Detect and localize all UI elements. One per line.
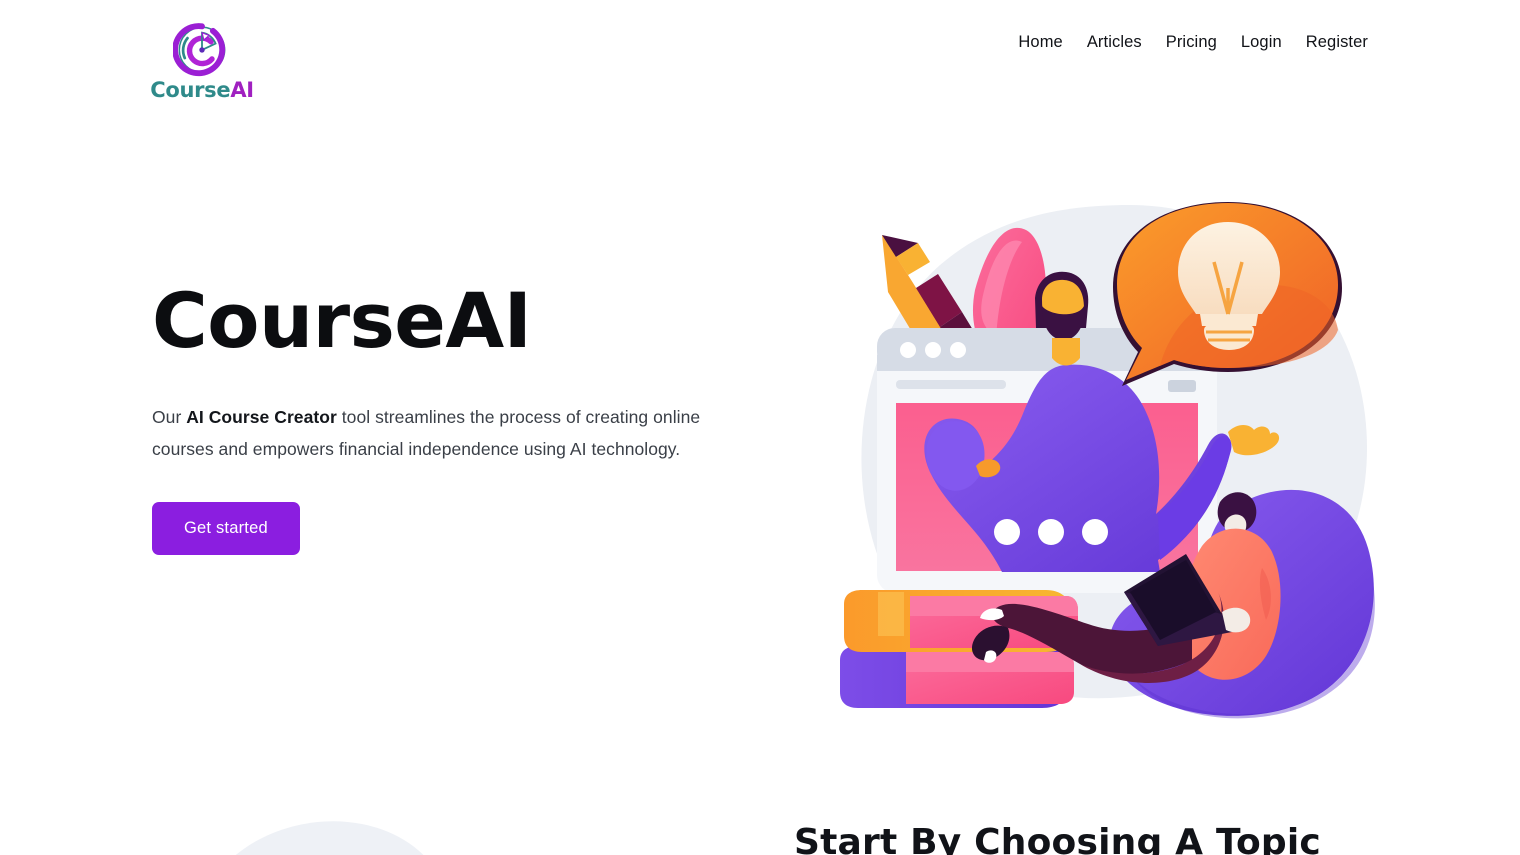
site-header: CourseAI Home Articles Pricing Login Reg… (0, 0, 1520, 120)
hero-illustration (830, 180, 1400, 740)
carousel-dot-3 (1082, 519, 1108, 545)
hero-description: Our AI Course Creator tool streamlines t… (152, 401, 708, 465)
carousel-dot-2 (1038, 519, 1064, 545)
section-two-heading: Start By Choosing A Topic (794, 822, 1321, 855)
carousel-dots (994, 519, 1108, 545)
landing-page: CourseAI Home Articles Pricing Login Reg… (0, 0, 1520, 855)
hero-content: CourseAI Our AI Course Creator tool stre… (152, 283, 752, 555)
nav-link-login[interactable]: Login (1241, 30, 1282, 55)
page-title: CourseAI (152, 276, 532, 365)
main-navigation: Home Articles Pricing Login Register (1018, 30, 1368, 55)
window-dot-2 (925, 342, 941, 358)
course-ai-circular-logo-icon (172, 20, 231, 78)
hero-desc-lead: Our (152, 407, 187, 427)
brand-word-accent: AI (230, 78, 254, 102)
book-stack (840, 590, 1078, 708)
brand-word-primary: Course (150, 78, 231, 102)
get-started-button[interactable]: Get started (152, 502, 300, 555)
brand-logo[interactable]: CourseAI (150, 20, 254, 101)
carousel-dot-1 (994, 519, 1020, 545)
nav-link-register[interactable]: Register (1306, 30, 1368, 55)
nav-link-articles[interactable]: Articles (1087, 30, 1142, 55)
hero-desc-emphasis: AI Course Creator (186, 407, 337, 427)
window-dot-3 (950, 342, 966, 358)
nav-link-home[interactable]: Home (1018, 30, 1062, 55)
window-dot-1 (900, 342, 916, 358)
section-two-illustration (152, 800, 552, 855)
nav-link-pricing[interactable]: Pricing (1166, 30, 1217, 55)
brand-wordmark: CourseAI (150, 80, 254, 101)
